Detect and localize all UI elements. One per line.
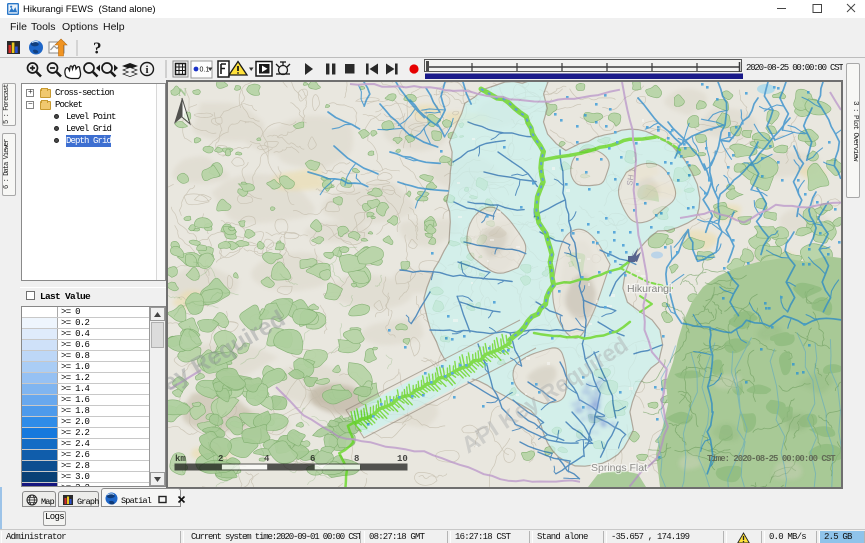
svg-text:10: 10 — [397, 454, 408, 464]
svg-text:6: 6 — [310, 454, 315, 464]
svg-text:N: N — [178, 85, 187, 99]
svg-text:?: ? — [93, 39, 102, 58]
svg-text:km: km — [175, 454, 186, 464]
svg-text:0.1: 0.1 — [200, 67, 210, 74]
svg-text:2: 2 — [218, 454, 223, 464]
svg-text:Springs Flat: Springs Flat — [591, 462, 647, 474]
svg-text:8: 8 — [354, 454, 359, 464]
svg-text:Time: 2020-08-25 00:00:00 CST: Time: 2020-08-25 00:00:00 CST — [707, 454, 836, 464]
svg-text:i: i — [145, 64, 148, 76]
svg-text:4: 4 — [264, 454, 270, 464]
svg-text:Hikurangi: Hikurangi — [627, 283, 671, 295]
